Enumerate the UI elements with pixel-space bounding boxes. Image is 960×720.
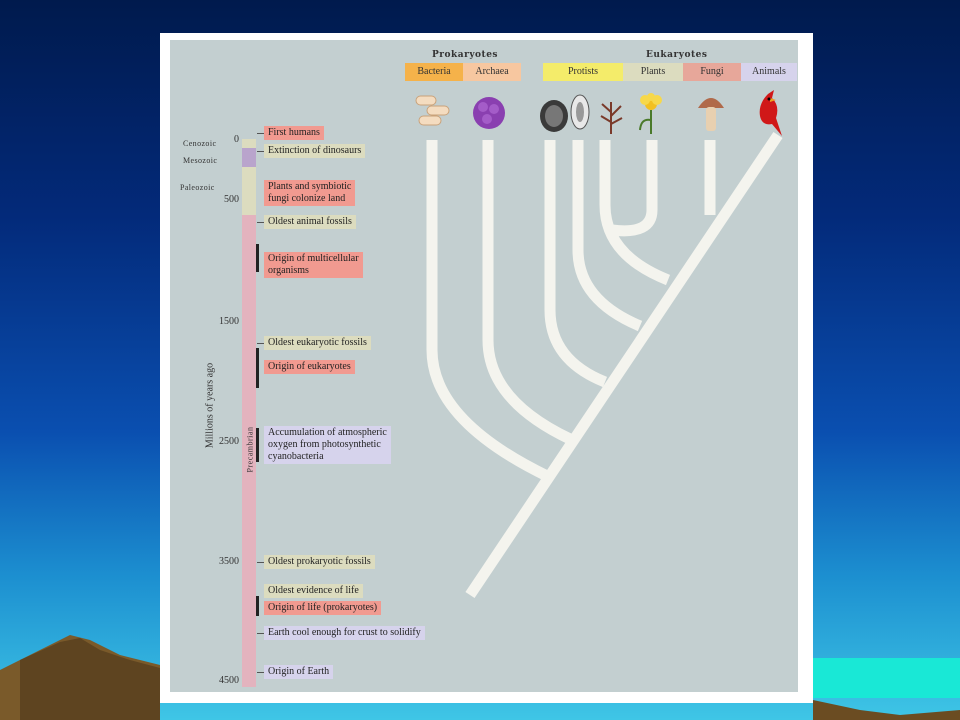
event-first-humans: First humans [264,126,324,140]
event-line: oxygen from photosynthetic [268,439,381,450]
eukaryotes-header: Eukaryotes [646,50,708,60]
seaweed-icon [600,102,623,134]
tick-500: 500 [224,194,239,205]
event-oldest-animal-fossils: Oldest animal fossils [264,215,356,229]
cenozoic-bar [242,139,256,148]
group-fungi: Fungi [683,63,741,81]
group-archaea: Archaea [463,63,521,81]
prokaryotes-header: Prokaryotes [432,50,499,60]
tick-1500: 1500 [219,316,239,327]
event-oldest-eukaryotic-fossils: Oldest eukaryotic fossils [264,336,371,350]
group-protists: Protists [543,63,623,81]
bacteria-icon [415,95,450,126]
tick-4500: 4500 [219,675,239,686]
event-plants-colonize-land: Plants and symbiotic fungi colonize land [264,180,356,206]
event-oldest-evidence-life: Oldest evidence of life [264,584,363,598]
duration-mark [256,428,259,462]
mushroom-icon [698,98,724,131]
group-animals: Animals [741,63,797,81]
event-line: Origin of multicellular [268,253,359,264]
event-line: Accumulation of atmospheric [268,427,387,438]
duration-mark [256,244,259,272]
phylogenetic-tree [426,131,783,599]
event-origin-multicellular: Origin of multicellular organisms [264,252,363,278]
event-line: cyanobacteria [268,451,324,462]
tick-0: 0 [234,134,239,145]
era-precambrian: Precambrian [245,426,255,473]
protist-icon [540,94,590,132]
duration-mark [256,348,259,388]
mesozoic-bar [242,148,256,167]
era-mesozoic: Mesozoic [183,156,218,165]
era-paleozoic: Paleozoic [180,183,215,192]
group-plants: Plants [623,63,683,81]
event-line: Plants and symbiotic [268,181,352,192]
event-extinction-dinosaurs: Extinction of dinosaurs [264,144,366,158]
event-line: fungi colonize land [268,193,346,204]
event-oxygen-accumulation: Accumulation of atmospheric oxygen from … [264,426,391,464]
flower-icon [639,93,662,134]
event-earth-cool-crust: Earth cool enough for crust to solidify [264,626,425,640]
archaea-icon [473,97,505,129]
tick-3500: 3500 [219,556,239,567]
axis-label: Millions of years ago [204,362,216,449]
event-oldest-prokaryotic-fossils: Oldest prokaryotic fossils [264,555,375,569]
group-bacteria: Bacteria [405,63,463,81]
event-origin-of-life: Origin of life (prokaryotes) [264,601,382,615]
event-origin-eukaryotes: Origin of eukaryotes [264,360,355,374]
event-line: organisms [268,265,309,276]
event-origin-of-earth: Origin of Earth [264,665,334,679]
paleozoic-bar [242,167,256,215]
duration-mark [256,596,259,616]
